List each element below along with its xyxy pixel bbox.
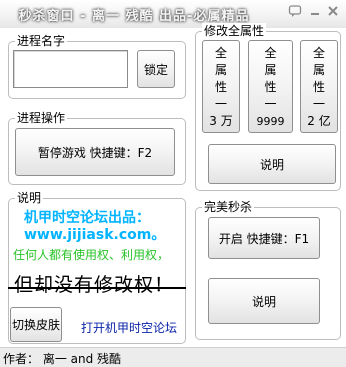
pause-game-button[interactable]: 暂停游戏 快捷键：F2 [15, 128, 175, 176]
btn-line: 性 [214, 80, 227, 94]
btn-line: 3 万 [209, 114, 233, 128]
set-200m-button[interactable]: 全 属 性 一 2 亿 [300, 40, 338, 133]
btn-line: 全 [264, 46, 277, 60]
forum-link[interactable]: 打开机甲时空论坛 [81, 319, 177, 336]
btn-line: 9999 [256, 115, 285, 128]
close-icon[interactable] [325, 4, 341, 20]
btn-line: 一 [214, 97, 227, 111]
process-name-input[interactable] [13, 50, 128, 88]
description-line-3: 任何人都有使用权、利用权， [13, 248, 170, 262]
process-ops-title: 进程操作 [15, 110, 68, 126]
status-text: 作者： 离一 and 残酷 [3, 352, 122, 366]
skin-icon[interactable] [287, 4, 303, 20]
perfect-kill-title: 完美秒杀 [202, 199, 255, 215]
btn-line: 全 [312, 46, 325, 60]
description-title: 说明 [15, 190, 44, 206]
minimize-icon[interactable] [307, 4, 323, 20]
description-line-4: 但却没有修改权！ [14, 274, 175, 296]
process-name-title: 进程名字 [15, 33, 68, 49]
title-bar[interactable]: 秒杀窗口 - 离一 残酷 出品-必属精品 [0, 0, 346, 28]
window-title: 秒杀窗口 - 离一 残酷 出品-必属精品 [18, 9, 250, 24]
btn-line: 性 [264, 80, 277, 94]
btn-line: 属 [214, 63, 227, 77]
perfect-kill-start-button[interactable]: 开启 快捷键：F1 [208, 217, 320, 259]
modify-help-button[interactable]: 说明 [208, 144, 336, 184]
btn-line: 全 [214, 46, 227, 60]
btn-line: 一 [312, 97, 325, 111]
set-9999-button[interactable]: 全 属 性 一 9999 [248, 40, 293, 133]
btn-line: 2 亿 [307, 114, 331, 128]
description-line-2: www.jijiask.com。 [24, 227, 166, 243]
perfect-kill-help-button[interactable]: 说明 [208, 278, 320, 324]
modify-all-title: 修改全属性 [202, 23, 267, 39]
lock-button[interactable]: 锁定 [137, 50, 175, 88]
btn-line: 一 [264, 97, 277, 111]
set-30k-button[interactable]: 全 属 性 一 3 万 [202, 40, 240, 133]
strike-line [8, 287, 186, 289]
status-bar: 作者： 离一 and 残酷 [0, 347, 346, 367]
btn-line: 属 [312, 63, 325, 77]
switch-skin-button[interactable]: 切换皮肤 [10, 307, 62, 342]
btn-line: 属 [264, 63, 277, 77]
btn-line: 性 [312, 80, 325, 94]
